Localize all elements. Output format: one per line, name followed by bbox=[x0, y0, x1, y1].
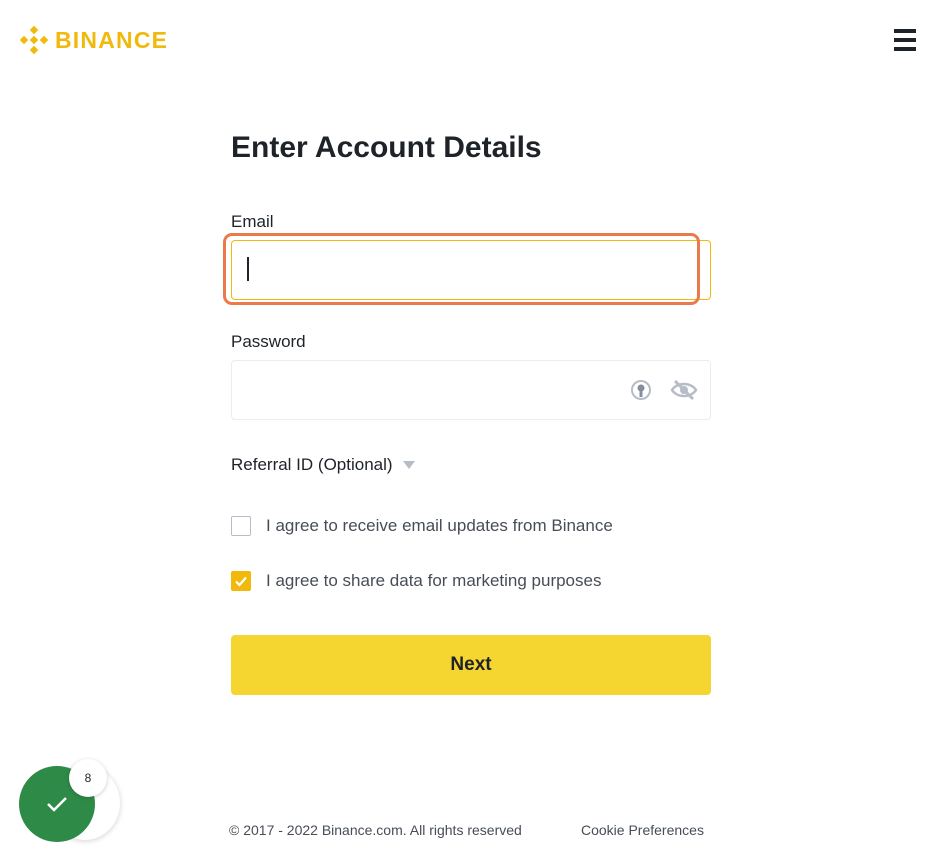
email-label: Email bbox=[231, 212, 274, 231]
caret-down-icon bbox=[402, 461, 415, 469]
key-autofill-icon[interactable] bbox=[630, 379, 652, 401]
cookie-preferences-link[interactable]: Cookie Preferences bbox=[581, 822, 704, 838]
notification-badge: 8 bbox=[69, 759, 107, 797]
binance-logo[interactable]: BINANCE bbox=[19, 24, 168, 56]
text-caret bbox=[247, 257, 249, 281]
eye-slash-icon[interactable] bbox=[670, 378, 698, 402]
email-updates-row[interactable]: I agree to receive email updates from Bi… bbox=[231, 516, 613, 536]
marketing-share-checkbox[interactable] bbox=[231, 571, 251, 591]
marketing-share-row[interactable]: I agree to share data for marketing purp… bbox=[231, 571, 601, 591]
referral-label: Referral ID (Optional) bbox=[231, 455, 393, 474]
binance-diamond-icon bbox=[19, 25, 49, 55]
email-field[interactable] bbox=[232, 241, 710, 299]
password-label: Password bbox=[231, 332, 306, 351]
referral-toggle[interactable]: Referral ID (Optional) bbox=[231, 455, 415, 475]
hamburger-menu-icon[interactable] bbox=[894, 29, 916, 51]
copyright-text: © 2017 - 2022 Binance.com. All rights re… bbox=[229, 822, 522, 838]
brand-name: BINANCE bbox=[55, 26, 169, 53]
email-field-box[interactable] bbox=[231, 240, 711, 300]
checkmark-icon bbox=[47, 797, 67, 812]
email-updates-label: I agree to receive email updates from Bi… bbox=[266, 516, 613, 535]
page-title: Enter Account Details bbox=[231, 131, 542, 164]
checkmark-icon bbox=[235, 576, 247, 587]
next-button[interactable]: Next bbox=[231, 635, 711, 695]
marketing-share-label: I agree to share data for marketing purp… bbox=[266, 571, 602, 590]
email-updates-checkbox[interactable] bbox=[231, 516, 251, 536]
